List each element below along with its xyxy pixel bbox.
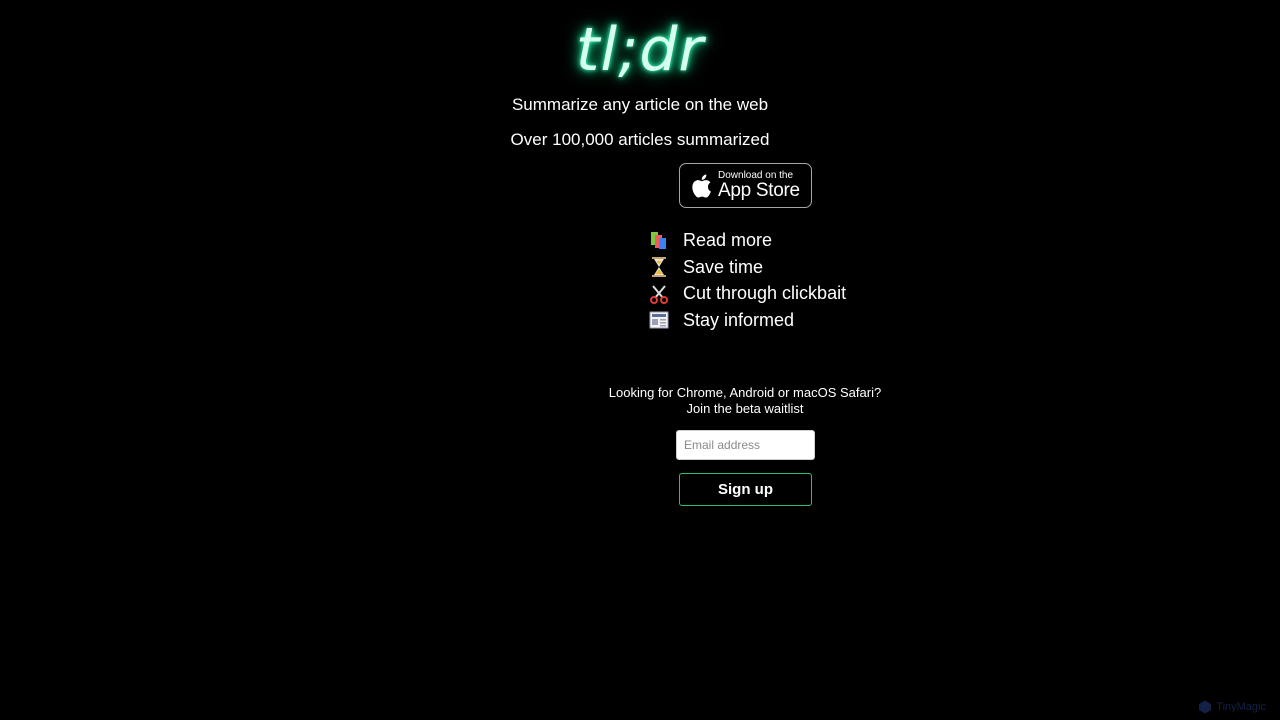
- hexagon-icon: [1199, 700, 1212, 714]
- app-store-button[interactable]: Download on the App Store: [679, 163, 812, 208]
- watermark: TinyMagic: [1198, 700, 1266, 714]
- sign-up-button[interactable]: Sign up: [679, 473, 812, 506]
- watermark-text: TinyMagic: [1216, 701, 1266, 713]
- beta-question: Looking for Chrome, Android or macOS Saf…: [608, 385, 882, 400]
- feature-label: Save time: [683, 256, 764, 277]
- scissors-icon: [648, 283, 670, 305]
- tagline: Summarize any article on the web: [511, 95, 769, 114]
- articles-count: Over 100,000 articles summarized: [510, 130, 770, 149]
- apple-icon: [692, 174, 711, 198]
- hourglass-icon: [648, 256, 670, 278]
- newspaper-icon: [648, 309, 670, 331]
- feature-label: Read more: [683, 229, 773, 250]
- books-icon: [648, 229, 670, 251]
- feature-item: Cut through clickbait: [648, 280, 846, 307]
- landing-page: tl;dr Summarize any article on the web O…: [0, 0, 1280, 720]
- email-input[interactable]: [676, 430, 815, 460]
- feature-label: Stay informed: [683, 309, 795, 330]
- feature-item: Save time: [648, 254, 846, 281]
- feature-item: Read more: [648, 227, 846, 254]
- app-store-big-text: App Store: [718, 180, 800, 201]
- feature-item: Stay informed: [648, 307, 846, 334]
- logo-text: tl;dr: [575, 15, 705, 85]
- beta-join-text: Join the beta waitlist: [686, 401, 804, 416]
- feature-label: Cut through clickbait: [683, 283, 847, 304]
- feature-list: Read more Save time Cut through clickbai…: [648, 227, 846, 334]
